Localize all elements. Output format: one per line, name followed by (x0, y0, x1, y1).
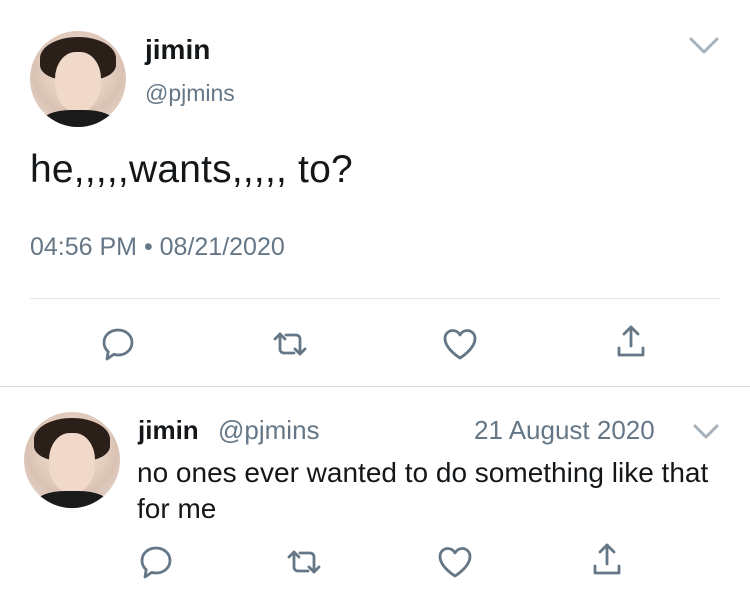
avatar[interactable] (30, 31, 126, 127)
display-name[interactable]: jimin (145, 34, 210, 66)
avatar-shirt (35, 490, 109, 508)
retweet-icon[interactable] (285, 543, 323, 581)
share-icon[interactable] (612, 322, 650, 360)
user-handle[interactable]: @pjmins (145, 80, 235, 107)
heart-icon[interactable] (436, 543, 474, 581)
heart-icon[interactable] (441, 325, 479, 363)
divider (0, 386, 750, 387)
retweet-icon[interactable] (271, 325, 309, 363)
chevron-down-icon[interactable] (692, 423, 720, 441)
avatar[interactable] (24, 412, 120, 508)
avatar-shirt (41, 109, 115, 127)
tweet-date[interactable]: 21 August 2020 (474, 415, 655, 446)
tweet-timestamp[interactable]: 04:56 PM • 08/21/2020 (30, 233, 285, 262)
divider (30, 298, 720, 299)
tweet-text: no ones ever wanted to do something like… (137, 457, 709, 524)
display-name[interactable]: jimin (138, 415, 199, 446)
tweet-text: he,,,,,wants,,,,, to? (30, 148, 353, 191)
reply-icon[interactable] (137, 543, 175, 581)
avatar-face (48, 433, 96, 493)
reply-icon[interactable] (99, 325, 137, 363)
share-icon[interactable] (588, 540, 626, 578)
avatar-face (54, 52, 102, 112)
chevron-down-icon[interactable] (688, 35, 720, 57)
user-handle[interactable]: @pjmins (218, 415, 320, 446)
